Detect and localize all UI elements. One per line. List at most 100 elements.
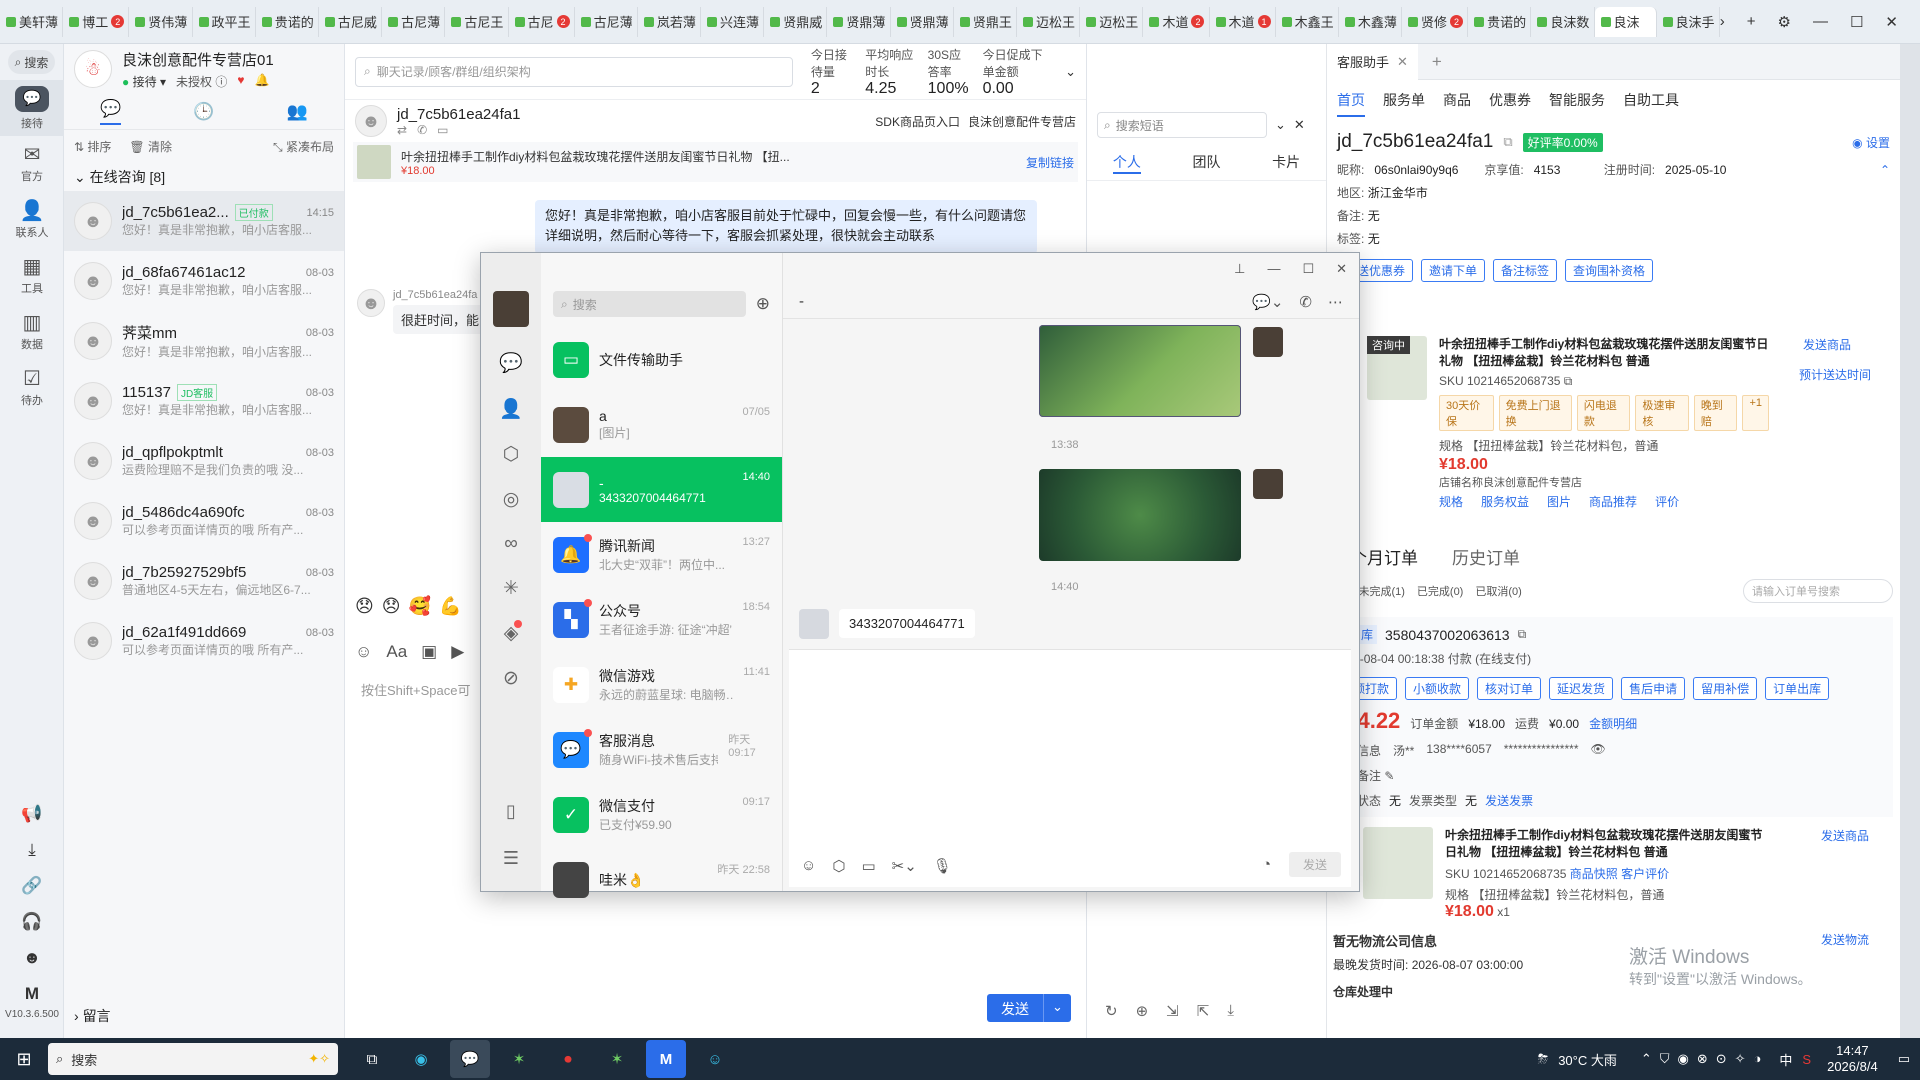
- wechat-chat-item[interactable]: 🔔 腾讯新闻 北大史“双菲”！两位中... 13:27: [541, 522, 782, 587]
- browser-tab[interactable]: 迈松王: [1017, 6, 1081, 37]
- folder-icon[interactable]: ▭: [861, 857, 875, 875]
- browser-tab[interactable]: 贤伟薄: [129, 6, 193, 37]
- browser-tab[interactable]: 迈松王: [1080, 6, 1144, 37]
- emoji-icon[interactable]: ☺: [355, 642, 372, 662]
- copy-link-button[interactable]: 复制链接: [1026, 154, 1074, 171]
- product-link[interactable]: 规格: [1439, 493, 1463, 510]
- browser-tab[interactable]: 良沫数: [1531, 6, 1595, 37]
- wechat-taskbar-icon[interactable]: 💬: [450, 1040, 490, 1078]
- game-screenshot-1[interactable]: [1039, 325, 1241, 417]
- browser-tab[interactable]: 贤鼎王: [954, 6, 1018, 37]
- minimize-icon[interactable]: —: [1267, 261, 1280, 277]
- chat-app-icon[interactable]: ☺: [695, 1040, 735, 1078]
- font-icon[interactable]: Aa: [386, 642, 407, 662]
- weather-text[interactable]: 30°C 大雨: [1558, 1050, 1617, 1069]
- nav-item[interactable]: ☑ 待办: [0, 360, 64, 416]
- copy-icon[interactable]: ⧉: [1503, 134, 1512, 150]
- chevron-up-icon[interactable]: ⌃: [1880, 159, 1890, 182]
- wechat-chat-item[interactable]: ▚ 公众号 王者征途手游: 征途“冲超”... 18:54: [541, 587, 782, 652]
- favorites-icon[interactable]: ⬡: [832, 857, 845, 875]
- eye-icon[interactable]: 👁: [1590, 742, 1605, 759]
- nav-item[interactable]: ▥ 数据: [0, 304, 64, 360]
- order-tab[interactable]: 历史订单: [1452, 544, 1520, 569]
- add-tab-icon[interactable]: +: [1432, 52, 1442, 72]
- task-view-icon[interactable]: ⧉: [352, 1040, 392, 1078]
- conversation-item[interactable]: ☻ jd_62a1f491dd669 08-03 可以参考页面详情页的哦 所有产...: [64, 611, 344, 671]
- estimated-delivery-button[interactable]: 预计送达时间: [1799, 366, 1871, 383]
- assistant-subtab[interactable]: 商品: [1443, 90, 1471, 117]
- order-action-button[interactable]: 留用补偿: [1693, 677, 1758, 700]
- wechat-chat-item[interactable]: ✚ 微信游戏永远的蔚蓝星球: 电脑畅玩小... 11:41: [541, 652, 782, 717]
- my-avatar[interactable]: [493, 291, 529, 327]
- browser-tab[interactable]: 贤修 2: [1402, 6, 1469, 37]
- video-icon[interactable]: ▶: [451, 642, 464, 662]
- phrase-search-input[interactable]: ⌕ 搜索短语: [1097, 112, 1267, 138]
- megaphone-icon[interactable]: 📢: [21, 804, 42, 824]
- phrase-tab[interactable]: 卡片: [1272, 152, 1300, 174]
- browser-tab[interactable]: 岚若薄: [638, 6, 702, 37]
- send-product-button-2[interactable]: 发送商品: [1821, 827, 1869, 921]
- send-logistics-link[interactable]: 发送物流: [1821, 931, 1869, 950]
- browser-tab[interactable]: 博工 2: [63, 6, 130, 37]
- order-filter[interactable]: 未完成(1): [1358, 583, 1404, 599]
- add-icon[interactable]: ⊕: [1136, 1002, 1149, 1020]
- phone-icon[interactable]: ✆: [417, 123, 427, 137]
- voice-icon[interactable]: ◔: [1262, 856, 1271, 873]
- minimize-icon[interactable]: —: [1813, 13, 1828, 31]
- ime-indicator[interactable]: 中: [1779, 1050, 1792, 1069]
- bell-icon[interactable]: 🔔: [254, 73, 269, 90]
- assistant-action-button[interactable]: 备注标签: [1493, 259, 1558, 282]
- wechat-chat-item[interactable]: -3433207004464771 14:40: [541, 457, 782, 522]
- copy-icon[interactable]: ⧉: [1564, 374, 1573, 388]
- browser-tab[interactable]: 贵诺的: [1468, 6, 1532, 37]
- close-icon[interactable]: ✕: [1397, 54, 1408, 70]
- nav-item[interactable]: ✉ 官方: [0, 136, 64, 192]
- image-icon[interactable]: ▣: [421, 642, 437, 662]
- order-action-button[interactable]: 小额收款: [1405, 677, 1470, 700]
- browser-tab[interactable]: 良沫: [1594, 6, 1657, 37]
- compact-layout-button[interactable]: ⤡ 紧凑布局: [273, 138, 334, 155]
- order-action-button[interactable]: 订单出库: [1765, 677, 1830, 700]
- pin-icon[interactable]: ⊥: [1234, 261, 1245, 277]
- history-tab-icon[interactable]: 🕒: [193, 102, 214, 122]
- browser-tab[interactable]: 古尼薄: [382, 6, 446, 37]
- weather-icon[interactable]: ⛈: [1538, 1051, 1548, 1067]
- assistant-subtab[interactable]: 智能服务: [1549, 90, 1605, 117]
- wechat-send-button[interactable]: 发送: [1288, 852, 1341, 877]
- nav-item[interactable]: ▦ 工具: [0, 248, 64, 304]
- browser-tab[interactable]: 政平王: [193, 6, 256, 37]
- chat-search-input[interactable]: ⌕ 聊天记录/顾客/群组/组织架构: [355, 56, 793, 87]
- phrase-tab[interactable]: 团队: [1192, 152, 1220, 174]
- order-filter[interactable]: 已取消(0): [1475, 583, 1521, 599]
- browser-tab[interactable]: 良沫手: [1657, 6, 1720, 37]
- product-link[interactable]: 服务权益: [1481, 493, 1529, 510]
- browser-tab[interactable]: 贤鼎威: [764, 6, 828, 37]
- browser-tab[interactable]: 美轩薄: [0, 6, 64, 37]
- wechat-chat-item[interactable]: ✓ 微信支付 已支付¥59.90 09:17: [541, 782, 782, 847]
- send-options-icon[interactable]: ⌄: [1043, 994, 1071, 1022]
- chat-input-placeholder[interactable]: 按住Shift+Space可: [361, 680, 470, 699]
- order-action-button[interactable]: 延迟发货: [1549, 677, 1614, 700]
- search-discover-icon[interactable]: ✳: [503, 577, 519, 600]
- auth-badge[interactable]: 未授权 ⓘ: [176, 73, 227, 90]
- chat-tab-icon[interactable]: 💬: [100, 99, 122, 125]
- browser-tab[interactable]: 贤鼎薄: [827, 6, 891, 37]
- add-chat-icon[interactable]: ⊕: [756, 294, 770, 314]
- assistant-action-button[interactable]: 邀请下单: [1421, 259, 1486, 282]
- conversation-item[interactable]: ☻ jd_5486dc4a690fc 08-03 可以参考页面详情页的哦 所有产...: [64, 491, 344, 551]
- assistant-subtab[interactable]: 自助工具: [1623, 90, 1679, 117]
- collapse-window-icon[interactable]: ⇲: [1166, 1002, 1179, 1020]
- product-link[interactable]: 商品推荐: [1589, 493, 1637, 510]
- mini-program-icon[interactable]: ◈: [504, 620, 523, 645]
- phone-icon[interactable]: ▯: [506, 801, 516, 822]
- conversation-item[interactable]: ☻ jd_qpflpokptmlt 08-03 运费险理赔不是我们负责的哦 没...: [64, 431, 344, 491]
- product-link[interactable]: 图片: [1547, 493, 1571, 510]
- edge-icon[interactable]: ◉: [401, 1040, 441, 1078]
- clock[interactable]: 14:47 2026/8/4: [1827, 1043, 1878, 1075]
- scissors-icon[interactable]: ✂⌄: [892, 857, 917, 875]
- order-filter[interactable]: 已完成(0): [1417, 583, 1463, 599]
- m-app-icon[interactable]: M: [646, 1040, 686, 1078]
- heart-icon[interactable]: ♥: [237, 73, 244, 90]
- wechat-chat-item[interactable]: a [图片] 07/05: [541, 392, 782, 457]
- order-action-button[interactable]: 核对订单: [1477, 677, 1542, 700]
